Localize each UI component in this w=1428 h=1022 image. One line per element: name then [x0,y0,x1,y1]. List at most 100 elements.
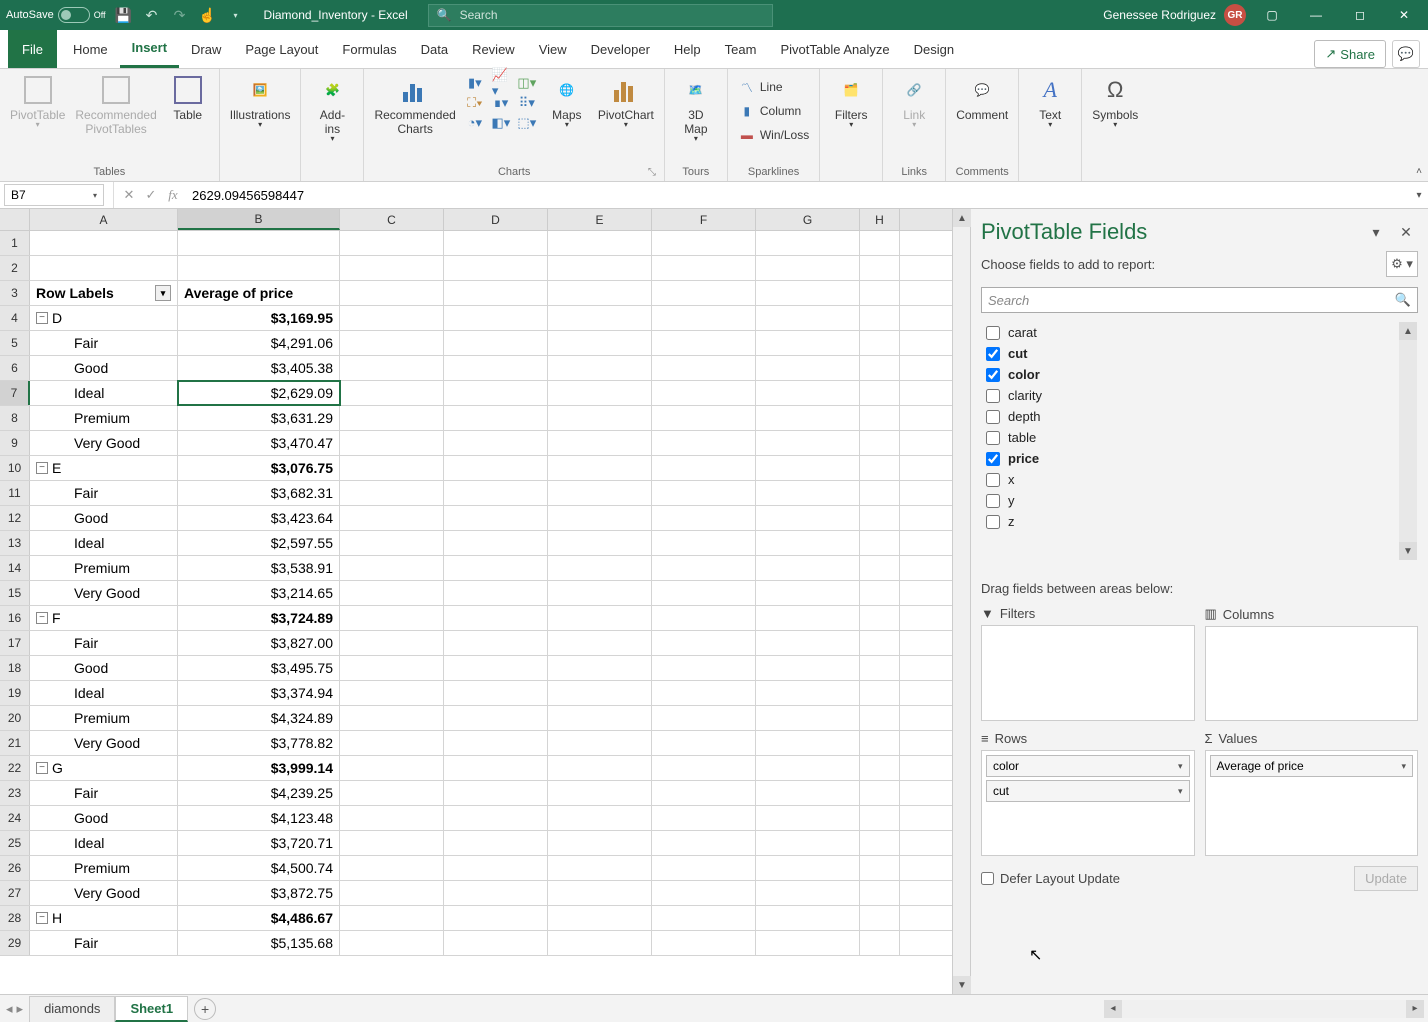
cell[interactable]: $3,631.29 [178,406,340,430]
pivottable-button[interactable]: PivotTable▾ [6,72,69,131]
cell[interactable] [340,456,444,480]
cell[interactable] [548,781,652,805]
cell[interactable] [444,906,548,930]
cell[interactable] [340,931,444,955]
3d-map-button[interactable]: 🗺️ 3D Map▾ [671,72,721,145]
scroll-down-icon[interactable]: ▼ [953,976,971,994]
cell[interactable] [756,881,860,905]
collapse-ribbon-icon[interactable]: ˄ [1416,166,1422,177]
cell[interactable] [444,356,548,380]
field-checkbox[interactable] [986,494,1000,508]
cell[interactable] [756,381,860,405]
cell[interactable] [860,881,900,905]
cell[interactable]: −E [30,456,178,480]
fieldpane-close-icon[interactable]: ✕ [1394,220,1418,244]
cell[interactable] [548,306,652,330]
cell[interactable] [860,306,900,330]
cell[interactable] [340,231,444,255]
row-header[interactable]: 10 [0,456,30,480]
cell[interactable] [548,731,652,755]
active-cell[interactable]: $2,629.09 [178,381,340,405]
cell[interactable] [340,631,444,655]
update-button[interactable]: Update [1354,866,1418,891]
qat-customize-icon[interactable]: ▾ [228,7,244,23]
tab-view[interactable]: View [527,30,579,68]
maps-button[interactable]: 🌐 Maps▾ [542,72,592,131]
field-color[interactable]: color [982,364,1417,385]
row-header[interactable]: 24 [0,806,30,830]
row-header[interactable]: 1 [0,231,30,255]
collapse-group-icon[interactable]: − [36,462,48,474]
fieldpane-layout-dropdown-icon[interactable]: ▾ [1364,220,1388,244]
field-checkbox[interactable] [986,410,1000,424]
row-header[interactable]: 7 [0,381,30,405]
cell[interactable]: Very Good [30,431,178,455]
cell[interactable] [30,231,178,255]
cell[interactable] [340,331,444,355]
tab-pivottable-analyze[interactable]: PivotTable Analyze [768,30,901,68]
field-checkbox[interactable] [986,515,1000,529]
scroll-up-icon[interactable]: ▲ [1399,322,1417,340]
cell[interactable] [756,706,860,730]
row-header[interactable]: 12 [0,506,30,530]
cell[interactable] [444,706,548,730]
cell[interactable] [756,781,860,805]
cell[interactable]: Ideal [30,531,178,555]
cell[interactable]: $3,470.47 [178,431,340,455]
tab-team[interactable]: Team [713,30,769,68]
collapse-group-icon[interactable]: − [36,612,48,624]
tab-formulas[interactable]: Formulas [330,30,408,68]
cell[interactable] [756,556,860,580]
row-header[interactable]: 26 [0,856,30,880]
tab-file[interactable]: File [8,30,57,68]
row-header[interactable]: 21 [0,731,30,755]
row-header[interactable]: 14 [0,556,30,580]
cell[interactable]: Very Good [30,881,178,905]
row-header[interactable]: 17 [0,631,30,655]
cell[interactable] [340,606,444,630]
cell[interactable]: $5,135.68 [178,931,340,955]
expand-formula-bar-icon[interactable]: ▾ [1410,190,1428,201]
row-header[interactable]: 15 [0,581,30,605]
cell[interactable] [756,356,860,380]
field-depth[interactable]: depth [982,406,1417,427]
cell[interactable]: $4,324.89 [178,706,340,730]
cell[interactable] [652,656,756,680]
sheet-tab-sheet1[interactable]: Sheet1 [115,996,188,1022]
cell[interactable] [860,281,900,305]
cell[interactable] [444,381,548,405]
col-header-C[interactable]: C [340,209,444,230]
field-checkbox[interactable] [986,389,1000,403]
cell[interactable] [652,506,756,530]
cell[interactable]: $3,724.89 [178,606,340,630]
col-header-G[interactable]: G [756,209,860,230]
cell[interactable] [756,256,860,280]
field-table[interactable]: table [982,427,1417,448]
cell[interactable] [652,706,756,730]
rows-area[interactable]: ≡Rows color▾cut▾ [981,731,1195,856]
cell[interactable]: $3,682.31 [178,481,340,505]
cell[interactable] [548,806,652,830]
row-header[interactable]: 20 [0,706,30,730]
cell[interactable] [860,781,900,805]
row-header[interactable]: 13 [0,531,30,555]
cell[interactable] [548,256,652,280]
row-header[interactable]: 8 [0,406,30,430]
cell[interactable] [178,256,340,280]
cell[interactable] [444,831,548,855]
values-area[interactable]: ΣValues Average of price▾ [1205,731,1419,856]
field-y[interactable]: y [982,490,1417,511]
cell[interactable] [756,631,860,655]
save-icon[interactable]: 💾 [116,7,132,23]
cell[interactable] [340,881,444,905]
sparkline-column-button[interactable]: ▮Column [734,100,813,122]
cell[interactable] [340,281,444,305]
cell[interactable] [756,656,860,680]
cell[interactable] [652,331,756,355]
cell[interactable] [548,931,652,955]
comments-pane-toggle[interactable]: 💬 [1392,40,1420,68]
cell[interactable] [340,681,444,705]
cell[interactable] [444,531,548,555]
collapse-group-icon[interactable]: − [36,912,48,924]
row-header[interactable]: 22 [0,756,30,780]
